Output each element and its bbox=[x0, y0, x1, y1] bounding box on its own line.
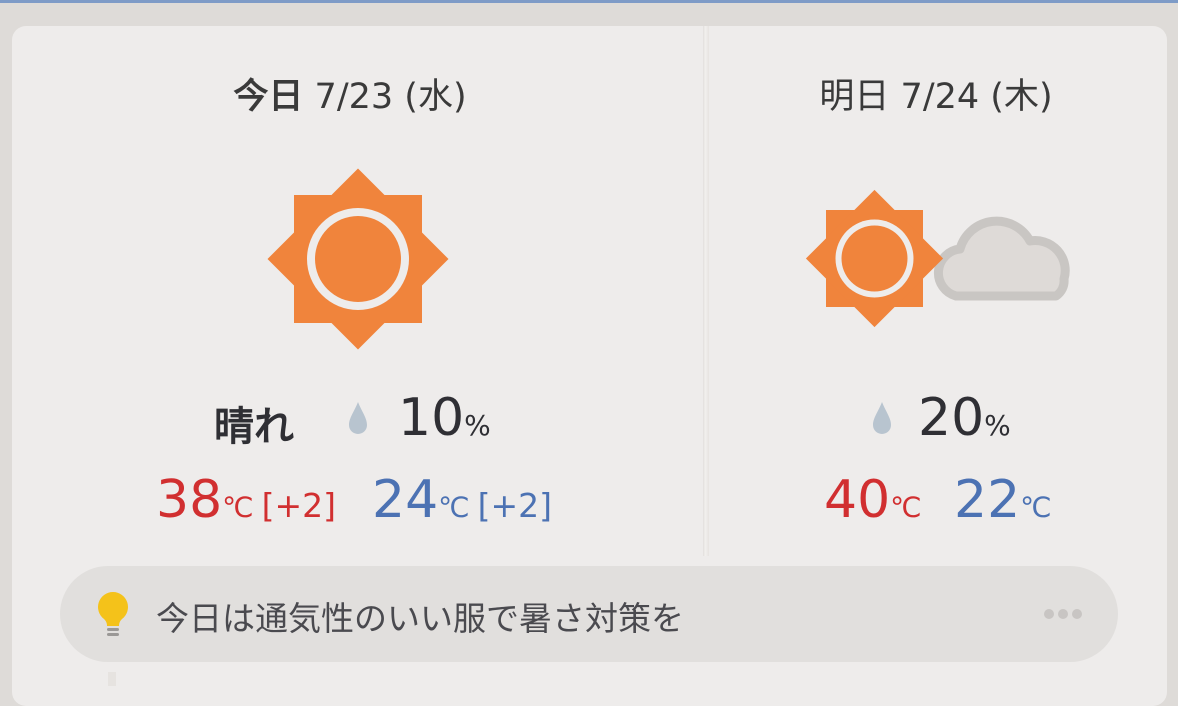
raindrop-icon bbox=[873, 402, 891, 434]
cloud-icon bbox=[933, 216, 1070, 301]
tomorrow-weekday: (木) bbox=[990, 77, 1053, 117]
today-low-unit: ℃ bbox=[438, 491, 470, 524]
tomorrow-title: 明日 7/24 (木) bbox=[786, 68, 1086, 119]
tomorrow-precip-unit: % bbox=[984, 409, 1011, 442]
sun-icon bbox=[805, 189, 944, 328]
next-section-edge bbox=[108, 672, 116, 686]
tomorrow-high-unit: ℃ bbox=[890, 491, 922, 524]
today-high-temp: 38℃ [+2] bbox=[156, 470, 336, 530]
today-precip-value: 10 bbox=[398, 388, 465, 448]
tip-banner[interactable]: 今日は通気性のいい服で暑さ対策を bbox=[60, 566, 1118, 662]
today-precip-unit: % bbox=[464, 409, 491, 442]
lightbulb-icon bbox=[98, 592, 128, 636]
today-low-temp: 24℃ [+2] bbox=[372, 470, 552, 530]
today-title: 今日 7/23 (水) bbox=[200, 68, 500, 119]
sun-icon bbox=[267, 168, 449, 350]
tomorrow-precip: 20% bbox=[918, 388, 1011, 448]
today-label: 今日 bbox=[233, 77, 304, 117]
raindrop-icon bbox=[349, 402, 367, 434]
today-precip: 10% bbox=[398, 388, 491, 448]
today-low-diff: [+2] bbox=[477, 486, 553, 525]
today-low-value: 24 bbox=[372, 470, 439, 530]
today-date: 7/23 bbox=[314, 77, 394, 117]
today-weekday: (水) bbox=[404, 77, 467, 117]
today-high-value: 38 bbox=[156, 470, 223, 530]
top-border bbox=[0, 0, 1178, 3]
tomorrow-low-unit: ℃ bbox=[1020, 491, 1052, 524]
tomorrow-precip-value: 20 bbox=[918, 388, 985, 448]
tomorrow-low-temp: 22℃ bbox=[954, 470, 1052, 530]
tomorrow-date: 7/24 bbox=[900, 77, 980, 117]
tomorrow-label: 明日 bbox=[819, 77, 890, 117]
today-high-diff: [+2] bbox=[261, 486, 337, 525]
tomorrow-high-value: 40 bbox=[824, 470, 891, 530]
tomorrow-low-value: 22 bbox=[954, 470, 1021, 530]
today-high-unit: ℃ bbox=[222, 491, 254, 524]
today-condition: 晴れ bbox=[214, 404, 294, 450]
column-divider bbox=[703, 26, 709, 556]
more-options-icon[interactable] bbox=[1044, 604, 1086, 619]
tip-text: 今日は通気性のいい服で暑さ対策を bbox=[156, 599, 684, 638]
tomorrow-high-temp: 40℃ bbox=[824, 470, 922, 530]
